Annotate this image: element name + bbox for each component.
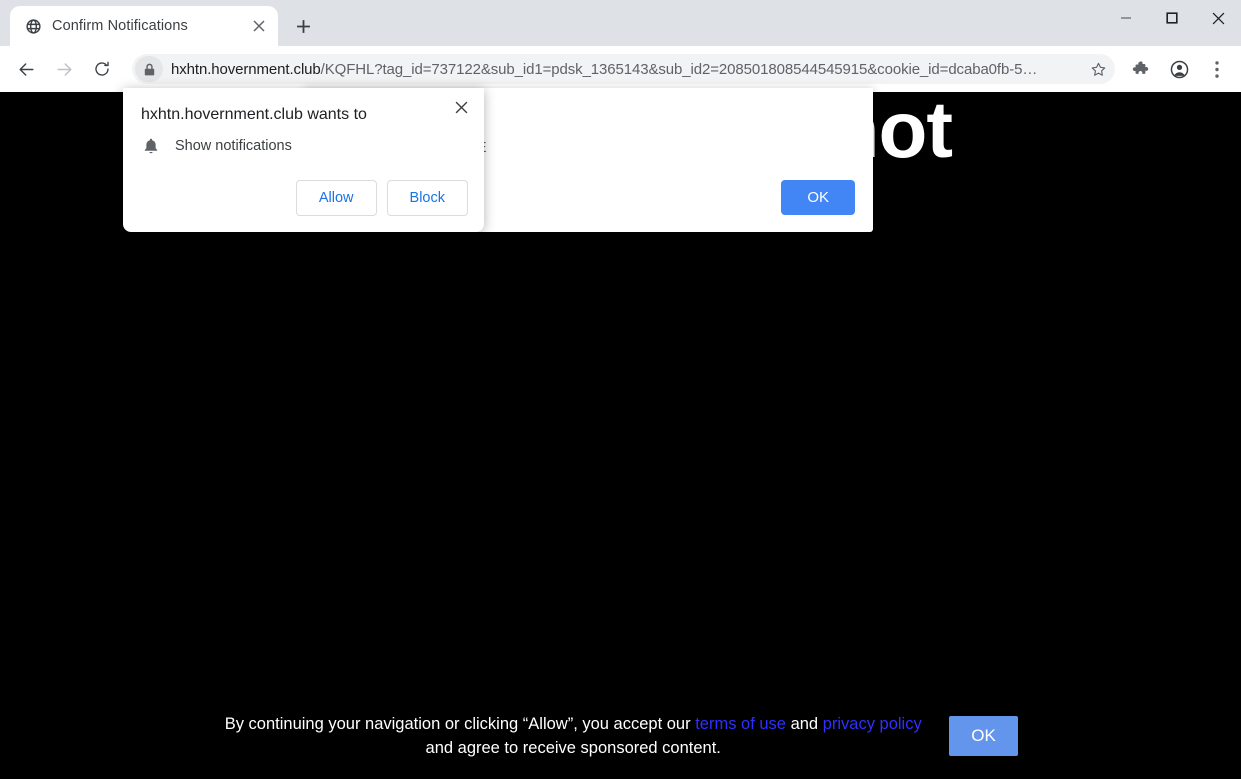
permission-close-icon[interactable] (448, 94, 474, 120)
consent-text-before: By continuing your navigation or clickin… (224, 714, 696, 733)
permission-actions: Allow Block (295, 180, 468, 216)
block-button[interactable]: Block (386, 180, 468, 216)
permission-title: hxhtn.hovernment.club wants to (141, 106, 367, 123)
consent-banner: By continuing your navigation or clickin… (0, 712, 1241, 762)
back-arrow-icon[interactable] (8, 51, 44, 87)
terms-of-use-link[interactable]: terms of use (695, 715, 786, 733)
browser-toolbar: hxhtn.hovernment.club/KQFHL?tag_id=73712… (0, 46, 1241, 92)
privacy-policy-link[interactable]: privacy policy (823, 715, 922, 733)
window-controls (1103, 0, 1241, 36)
address-bar[interactable]: hxhtn.hovernment.club/KQFHL?tag_id=73712… (132, 54, 1115, 84)
tab-strip: Confirm Notifications (0, 0, 1241, 46)
consent-text-after: and agree to receive sponsored content. (425, 739, 721, 758)
profile-avatar-icon[interactable] (1163, 53, 1195, 85)
browser-window: Confirm Notifications hxhtn.hovernment.c… (0, 0, 1241, 779)
star-icon[interactable] (1085, 56, 1111, 82)
alert-ok-button[interactable]: OK (781, 180, 855, 215)
tab-close-icon[interactable] (246, 13, 272, 39)
consent-text-between: and (785, 714, 823, 733)
window-close-icon[interactable] (1195, 0, 1241, 36)
notification-permission-dialog: hxhtn.hovernment.club wants to Show noti… (123, 88, 484, 232)
browser-tab[interactable]: Confirm Notifications (10, 6, 278, 46)
globe-icon (24, 17, 42, 35)
permission-label: Show notifications (175, 138, 292, 154)
consent-text: By continuing your navigation or clickin… (223, 712, 923, 762)
new-tab-button[interactable] (286, 9, 320, 43)
url-path: /KQFHL?tag_id=737122&sub_id1=pdsk_136514… (320, 60, 1038, 78)
puzzle-piece-icon[interactable] (1125, 53, 1157, 85)
minimize-icon[interactable] (1103, 0, 1149, 36)
permission-row: Show notifications (141, 136, 292, 156)
bell-icon (141, 136, 161, 156)
url-host: hxhtn.hovernment.club (171, 60, 321, 78)
three-dot-menu-icon[interactable] (1201, 53, 1233, 85)
reload-icon[interactable] (84, 51, 120, 87)
tab-title: Confirm Notifications (52, 18, 188, 34)
forward-arrow-icon (46, 51, 82, 87)
url-text: hxhtn.hovernment.club/KQFHL?tag_id=73712… (163, 61, 1115, 78)
maximize-icon[interactable] (1149, 0, 1195, 36)
consent-ok-button[interactable]: OK (949, 716, 1018, 757)
allow-button[interactable]: Allow (295, 180, 377, 216)
lock-icon[interactable] (135, 56, 163, 82)
